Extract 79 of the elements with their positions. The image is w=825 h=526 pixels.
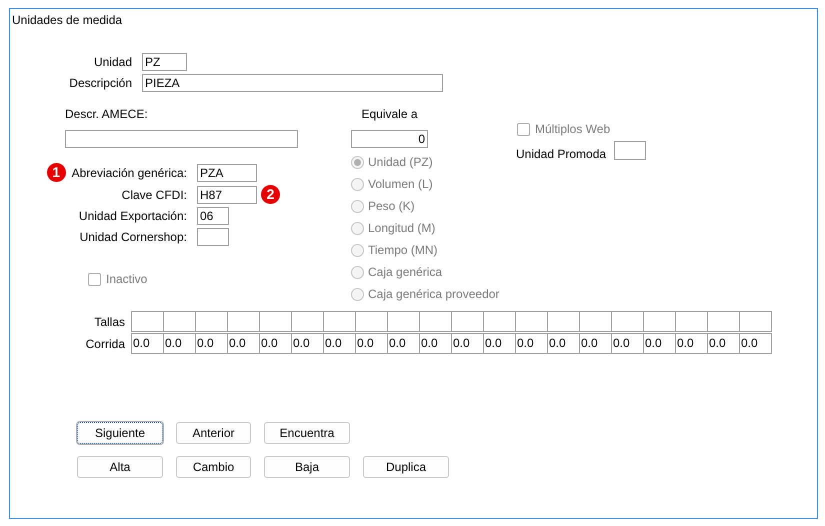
table-cell[interactable]: 0.0 — [579, 333, 612, 354]
table-cell[interactable]: 0.0 — [131, 333, 164, 354]
table-cell[interactable]: 0.0 — [323, 333, 356, 354]
field-label: Clave CFDI: — [122, 186, 187, 204]
table-cell[interactable]: 0.0 — [291, 333, 324, 354]
field-label: Descr. AMECE: — [65, 106, 148, 122]
action-button[interactable]: Alta — [77, 456, 163, 478]
table-cell[interactable] — [707, 311, 740, 332]
row-label: Corrida — [86, 336, 125, 352]
table-cell[interactable] — [387, 311, 420, 332]
table-cell[interactable] — [739, 311, 772, 332]
field-label: Equivale a — [360, 106, 419, 122]
radio-label: Longitud (M) — [368, 220, 436, 237]
table-cell[interactable]: 0.0 — [387, 333, 420, 354]
action-button[interactable]: Encuentra — [264, 422, 350, 444]
table-cell[interactable] — [227, 311, 260, 332]
radio-label: Caja genérica proveedor — [368, 286, 500, 303]
table-cell[interactable] — [675, 311, 708, 332]
radio-label: Volumen (L) — [368, 176, 433, 193]
field-label: Abreviación genérica: — [72, 164, 187, 182]
table-cell[interactable] — [131, 311, 164, 332]
checkbox-label: Múltiplos Web — [535, 121, 610, 138]
table-cell[interactable] — [579, 311, 612, 332]
table-cell[interactable]: 0.0 — [451, 333, 484, 354]
table-cell[interactable] — [451, 311, 484, 332]
field-label: Unidad — [94, 54, 132, 71]
table-cell[interactable]: 0.0 — [163, 333, 196, 354]
table-cell[interactable]: 0.0 — [483, 333, 516, 354]
table-cell[interactable]: 0.0 — [611, 333, 644, 354]
radio-label: Peso (K) — [368, 198, 415, 215]
table-cell[interactable] — [291, 311, 324, 332]
checkbox-label: Inactivo — [106, 271, 148, 288]
table-cell[interactable] — [611, 311, 644, 332]
table-cell[interactable] — [259, 311, 292, 332]
table-cell[interactable] — [419, 311, 452, 332]
radio-label: Caja genérica — [368, 264, 442, 281]
table-cell[interactable] — [323, 311, 356, 332]
table-cell[interactable]: 0.0 — [259, 333, 292, 354]
table-cell[interactable]: 0.0 — [547, 333, 580, 354]
action-button[interactable]: Cambio — [176, 456, 251, 478]
table-cell[interactable]: 0.0 — [707, 333, 740, 354]
table-cell[interactable] — [515, 311, 548, 332]
input-field[interactable]: 0 — [351, 130, 428, 148]
table-cell[interactable] — [355, 311, 388, 332]
table-cell[interactable]: 0.0 — [643, 333, 676, 354]
table-cell[interactable]: 0.0 — [355, 333, 388, 354]
table-cell[interactable]: 0.0 — [515, 333, 548, 354]
field-label: Unidad Exportación: — [78, 208, 187, 225]
input-field[interactable]: PIEZA — [142, 74, 443, 92]
input-field[interactable]: 06 — [197, 207, 229, 225]
input-field[interactable]: PZA — [197, 164, 257, 182]
table-cell[interactable]: 0.0 — [419, 333, 452, 354]
action-button[interactable]: Siguiente — [77, 422, 163, 444]
field-label: Unidad Promoda — [516, 146, 608, 163]
radio-label: Tiempo (MN) — [368, 242, 438, 259]
callout-badge: 1 — [46, 163, 66, 182]
table-cell[interactable]: 0.0 — [739, 333, 772, 354]
input-field[interactable] — [197, 228, 229, 246]
table-cell[interactable]: 0.0 — [195, 333, 228, 354]
table-cell[interactable]: 0.0 — [675, 333, 708, 354]
table-cell[interactable] — [195, 311, 228, 332]
table-cell[interactable] — [163, 311, 196, 332]
field-label: Unidad Cornershop: — [80, 229, 187, 246]
input-field[interactable]: H87 — [197, 186, 257, 204]
input-field[interactable] — [614, 141, 646, 160]
table-cell[interactable]: 0.0 — [227, 333, 260, 354]
action-button[interactable]: Duplica — [363, 456, 449, 478]
field-label: Descripción — [69, 75, 132, 92]
table-cell[interactable] — [547, 311, 580, 332]
input-field[interactable] — [65, 130, 298, 148]
table-cell[interactable] — [643, 311, 676, 332]
table-cell[interactable] — [483, 311, 516, 332]
callout-badge: 2 — [261, 185, 280, 204]
radio-label: Unidad (PZ) — [368, 154, 433, 171]
action-button[interactable]: Baja — [264, 456, 350, 478]
action-button[interactable]: Anterior — [176, 422, 251, 444]
input-field[interactable]: PZ — [142, 53, 187, 71]
row-label: Tallas — [94, 314, 125, 330]
window-title: Unidades de medida — [12, 12, 122, 28]
